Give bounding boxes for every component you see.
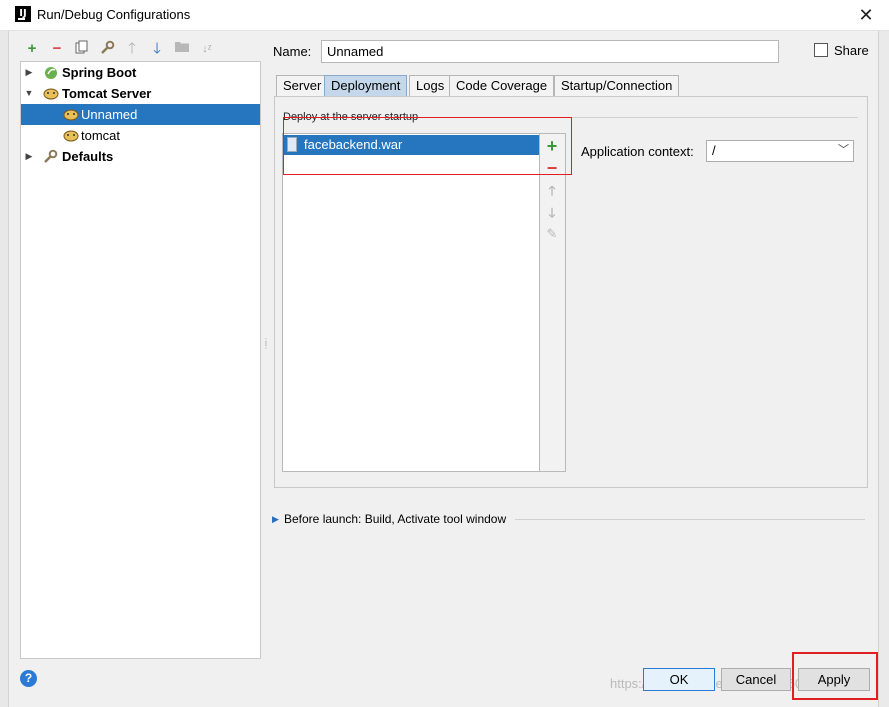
- application-context-label: Application context:: [581, 144, 694, 159]
- background-window-edge-right: [878, 31, 889, 707]
- spring-boot-icon: [43, 65, 59, 80]
- artifact-list[interactable]: [282, 133, 540, 472]
- tree-item-label: Unnamed: [81, 107, 138, 122]
- tree-item-defaults[interactable]: ▶ Defaults: [21, 146, 260, 167]
- background-window-edge: [0, 31, 9, 707]
- tab-deployment[interactable]: Deployment: [324, 75, 408, 97]
- window-title: Run/Debug Configurations: [37, 7, 191, 22]
- highlight-annotation-box: [283, 117, 572, 175]
- highlight-annotation-box: [792, 652, 878, 700]
- tomcat-icon: [63, 128, 79, 143]
- application-context-select[interactable]: /: [706, 140, 854, 162]
- move-up-icon[interactable]: 🡑: [543, 182, 561, 204]
- tree-item-label: Spring Boot: [62, 65, 137, 80]
- name-input[interactable]: Unnamed: [321, 40, 779, 63]
- section-divider: [515, 519, 865, 520]
- move-down-icon[interactable]: 🡓: [543, 204, 561, 226]
- tree-item-unnamed[interactable]: Unnamed: [21, 104, 260, 125]
- name-label: Name:: [273, 44, 312, 59]
- tab-startup-connection[interactable]: Startup/Connection: [554, 75, 680, 97]
- tomcat-icon: [43, 86, 59, 101]
- tree-item-tomcat[interactable]: tomcat: [21, 125, 260, 146]
- sort-icon[interactable]: ↓ᶻ: [198, 40, 216, 58]
- tab-code-coverage[interactable]: Code Coverage: [449, 75, 555, 97]
- share-label: Share: [834, 43, 869, 58]
- chevron-down-icon[interactable]: ▼: [23, 83, 35, 104]
- chevron-right-icon[interactable]: ▶: [23, 146, 35, 167]
- before-launch-label[interactable]: Before launch: Build, Activate tool wind…: [284, 512, 506, 526]
- tomcat-icon: [63, 107, 79, 122]
- copy-icon[interactable]: [73, 40, 91, 58]
- tree-item-label: Defaults: [62, 149, 114, 164]
- tree-item-label: tomcat: [81, 128, 121, 143]
- close-icon[interactable]: ✕: [855, 4, 877, 26]
- move-down-icon[interactable]: 🡓: [148, 40, 166, 58]
- tab-server[interactable]: Server: [276, 75, 329, 97]
- chevron-down-icon[interactable]: ﹀: [838, 141, 849, 157]
- share-checkbox[interactable]: [814, 43, 828, 57]
- move-up-icon[interactable]: 🡑: [123, 40, 141, 58]
- expand-arrow-icon[interactable]: ▶: [272, 514, 279, 525]
- wrench-icon: [43, 149, 59, 164]
- intellij-app-icon: IJ: [15, 6, 31, 22]
- folder-icon[interactable]: [173, 40, 191, 58]
- add-icon[interactable]: +: [23, 40, 41, 58]
- cancel-button[interactable]: Cancel: [721, 668, 791, 691]
- chevron-right-icon[interactable]: ▶: [23, 62, 35, 83]
- ok-button[interactable]: OK: [643, 668, 715, 691]
- tree-item-tomcat-server[interactable]: ▼ Tomcat Server: [21, 83, 260, 104]
- wrench-icon[interactable]: [98, 40, 116, 58]
- tab-logs[interactable]: Logs: [409, 75, 452, 97]
- remove-icon[interactable]: −: [48, 40, 66, 58]
- splitter-handle[interactable]: ⋮ ⋮: [262, 338, 270, 356]
- tree-item-spring-boot[interactable]: ▶ Spring Boot: [21, 62, 260, 83]
- tree-item-label: Tomcat Server: [62, 86, 152, 101]
- configuration-tree: ▶ Spring Boot ▼ Tomcat Server Unnamed to…: [20, 61, 261, 659]
- edit-pencil-icon[interactable]: ✎: [543, 226, 561, 242]
- help-icon[interactable]: ?: [20, 670, 37, 687]
